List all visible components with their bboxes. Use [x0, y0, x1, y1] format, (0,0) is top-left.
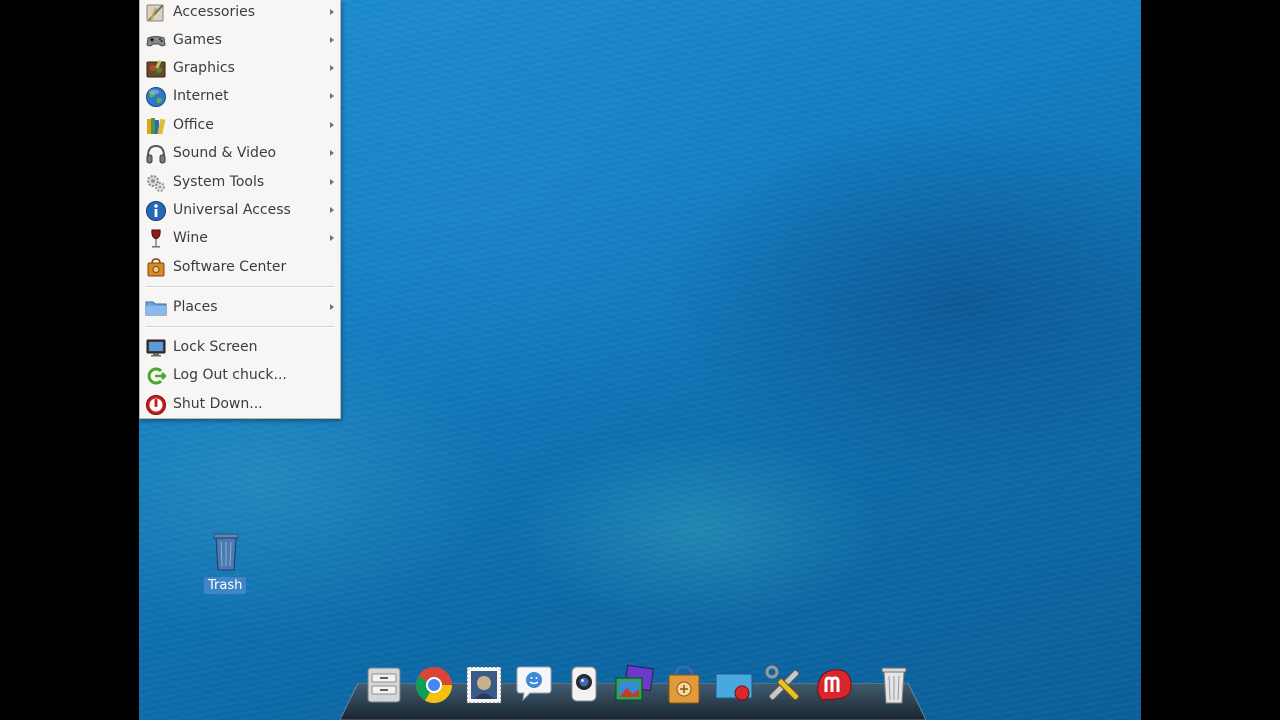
- software-center-icon: [145, 257, 167, 279]
- system-tools-icon: [765, 665, 800, 701]
- menu-item-label: Shut Down...: [173, 396, 263, 412]
- dock-chrome[interactable]: [412, 662, 456, 708]
- submenu-arrow-icon: [330, 235, 334, 241]
- dock-system-tools[interactable]: [762, 662, 806, 708]
- power-icon: [145, 394, 167, 416]
- menu-item-label: Internet: [173, 88, 229, 104]
- graphics-icon: [145, 58, 167, 80]
- menu-item-label: Places: [173, 299, 218, 315]
- menu-separator: [146, 326, 334, 328]
- menu-item-label: System Tools: [173, 174, 265, 190]
- globe-icon: [145, 86, 167, 108]
- gears-icon: [145, 172, 167, 194]
- menu-item-label: Sound & Video: [173, 145, 277, 161]
- screen-recorder-icon: [715, 673, 753, 701]
- trash-icon: [211, 532, 241, 572]
- trash-icon: [881, 667, 907, 704]
- folder-icon: [145, 297, 167, 319]
- menu-item-log-out[interactable]: Log Out chuck...: [140, 363, 340, 389]
- submenu-arrow-icon: [330, 37, 334, 43]
- messaging-icon: [516, 666, 552, 702]
- submenu-arrow-icon: [330, 179, 334, 185]
- gamepad-icon: [145, 30, 167, 52]
- menu-item-internet[interactable]: Internet: [140, 84, 340, 110]
- accessibility-icon: [145, 200, 167, 222]
- menu-item-label: Wine: [173, 230, 208, 246]
- applications-menu: Accessories Games Graphics Internet Offi…: [139, 0, 341, 419]
- submenu-arrow-icon: [330, 93, 334, 99]
- office-icon: [145, 115, 167, 137]
- menu-item-label: Software Center: [173, 259, 287, 275]
- menu-item-sound-video[interactable]: Sound & Video: [140, 141, 340, 167]
- menu-item-shut-down[interactable]: Shut Down...: [140, 392, 340, 418]
- wine-glass-icon: [145, 228, 167, 250]
- trash-label: Trash: [204, 577, 247, 594]
- submenu-arrow-icon: [330, 304, 334, 310]
- dock-file-manager[interactable]: [362, 662, 406, 708]
- headphones-icon: [145, 143, 167, 165]
- menu-item-label: Graphics: [173, 60, 235, 76]
- menu-item-label: Universal Access: [173, 202, 291, 218]
- menu-item-places[interactable]: Places: [140, 295, 340, 321]
- menu-item-label: Accessories: [173, 4, 256, 20]
- dock-screen-recorder[interactable]: [712, 662, 756, 708]
- miro-icon: [817, 669, 852, 701]
- menu-item-accessories[interactable]: Accessories: [140, 0, 340, 26]
- menu-item-wine[interactable]: Wine: [140, 226, 340, 252]
- submenu-arrow-icon: [330, 122, 334, 128]
- menu-item-label: Office: [173, 117, 214, 133]
- file-manager-icon: [367, 667, 401, 703]
- chrome-icon: [415, 667, 452, 704]
- menu-item-label: Lock Screen: [173, 339, 258, 355]
- accessories-icon: [145, 2, 167, 24]
- menu-separator: [146, 286, 334, 288]
- dock-software-center[interactable]: [662, 662, 706, 708]
- menu-item-universal-access[interactable]: Universal Access: [140, 198, 340, 224]
- dock-webcam[interactable]: [562, 662, 606, 708]
- dock-image-viewer[interactable]: [612, 662, 656, 708]
- logout-icon: [145, 365, 167, 387]
- webcam-icon: [571, 666, 597, 702]
- menu-item-graphics[interactable]: Graphics: [140, 56, 340, 82]
- dock-messaging[interactable]: [512, 662, 556, 708]
- submenu-arrow-icon: [330, 65, 334, 71]
- software-center-icon: [668, 665, 700, 704]
- dock-mail[interactable]: [462, 662, 506, 708]
- menu-item-software-center[interactable]: Software Center: [140, 255, 340, 281]
- submenu-arrow-icon: [330, 9, 334, 15]
- image-viewer-icon: [615, 664, 654, 701]
- submenu-arrow-icon: [330, 150, 334, 156]
- desktop-trash[interactable]: Trash: [203, 532, 249, 598]
- menu-item-lock-screen[interactable]: Lock Screen: [140, 335, 340, 361]
- mail-stamp-icon: [466, 666, 502, 704]
- submenu-arrow-icon: [330, 207, 334, 213]
- dock-trash[interactable]: [872, 662, 916, 708]
- menu-item-system-tools[interactable]: System Tools: [140, 170, 340, 196]
- menu-item-label: Games: [173, 32, 222, 48]
- menu-item-games[interactable]: Games: [140, 28, 340, 54]
- menu-item-office[interactable]: Office: [140, 113, 340, 139]
- menu-item-label: Log Out chuck...: [173, 367, 287, 383]
- dock-miro[interactable]: [812, 662, 856, 708]
- lock-screen-icon: [145, 337, 167, 359]
